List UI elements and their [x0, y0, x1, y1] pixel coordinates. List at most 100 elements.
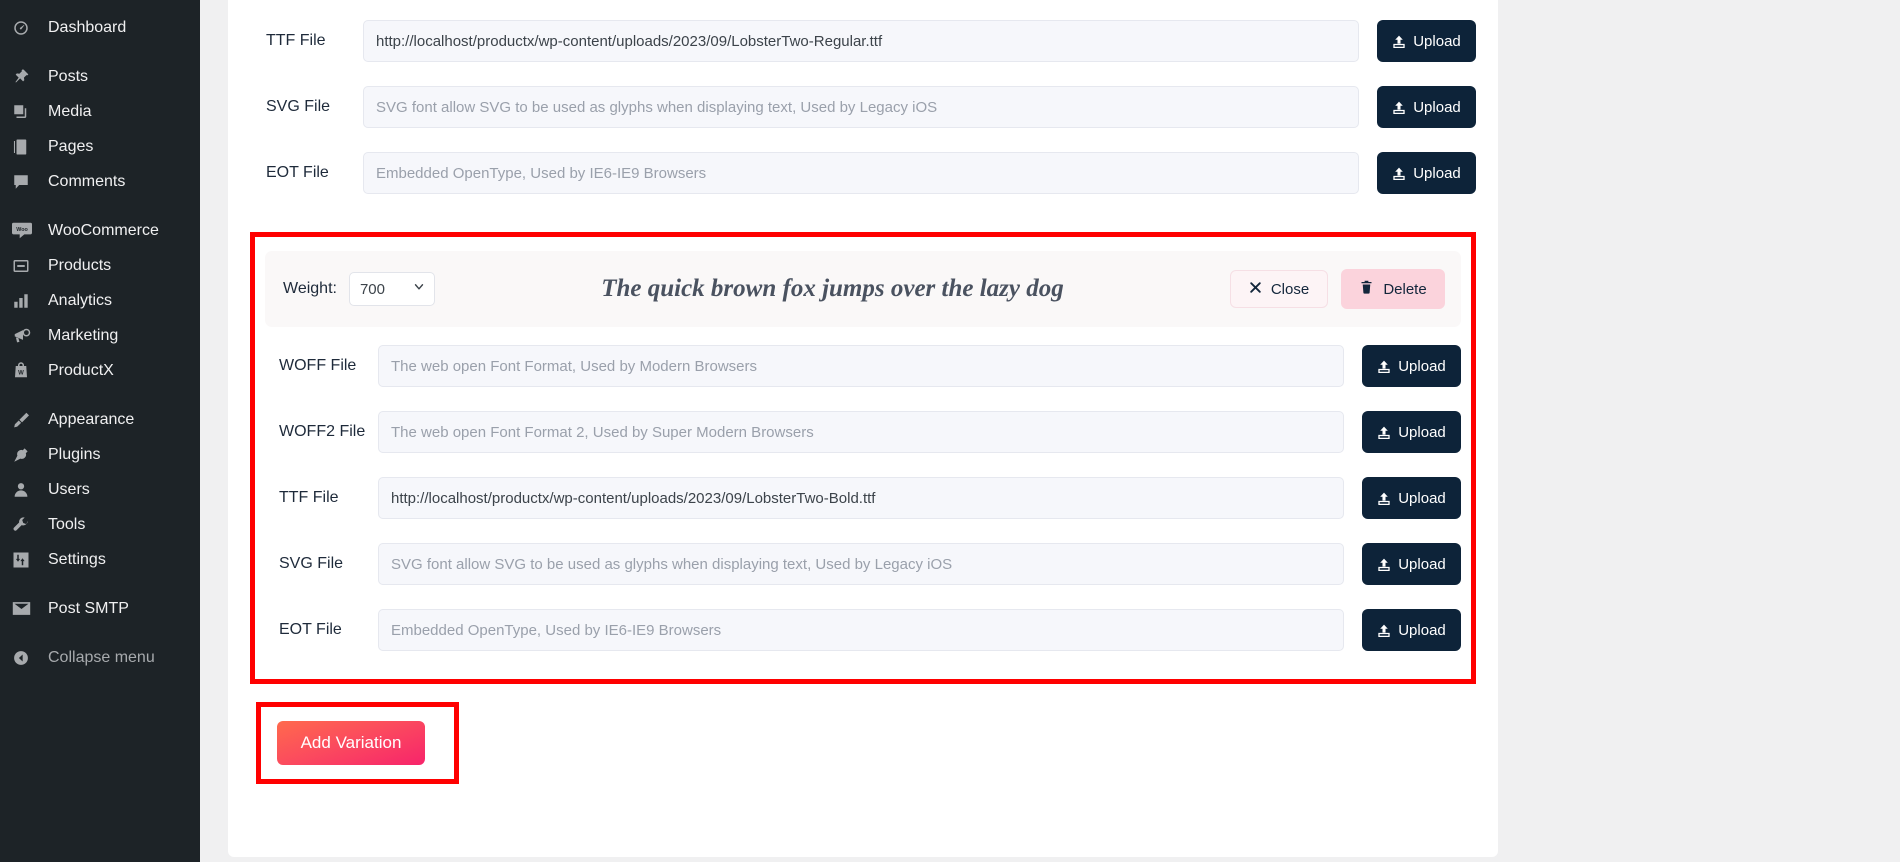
upload-button-eot-file[interactable]: Upload [1377, 152, 1476, 194]
sidebar-item-marketing[interactable]: Marketing [0, 318, 200, 353]
variation-header: Weight: 100200300400500600700800900 The … [265, 251, 1461, 327]
users-icon [12, 480, 38, 500]
sidebar-separator [0, 388, 200, 402]
sidebar-item-productx[interactable]: W ProductX [0, 353, 200, 388]
upload-button-ttf-file[interactable]: Upload [1362, 477, 1461, 519]
sidebar-item-settings[interactable]: Settings [0, 542, 200, 577]
sidebar-item-products[interactable]: Products [0, 248, 200, 283]
file-row-label: TTF File [279, 489, 339, 506]
file-url-input-eot-file[interactable] [363, 152, 1359, 194]
file-row-label: EOT File [266, 164, 329, 181]
sidebar-item-woocommerce[interactable]: Woo WooCommerce [0, 213, 200, 248]
svg-text:Woo: Woo [16, 227, 28, 233]
sidebar-item-label: Dashboard [48, 18, 127, 36]
sidebar-item-label: Products [48, 256, 112, 274]
upload-button-svg-file[interactable]: Upload [1362, 543, 1461, 585]
sidebar-separator [0, 626, 200, 640]
appearance-icon [12, 410, 38, 430]
envelope-icon [12, 599, 38, 619]
collapse-icon [12, 648, 38, 668]
file-row-label: SVG File [279, 555, 344, 572]
dashboard-icon [12, 18, 38, 38]
upload-button-label: Upload [1413, 98, 1461, 116]
sidebar-item-tools[interactable]: Tools [0, 507, 200, 542]
upload-icon [1377, 557, 1391, 572]
file-row-woff2-file: WOFF2 FileUpload [250, 0, 1476, 8]
delete-button-label: Delete [1383, 280, 1427, 298]
add-variation-button[interactable]: Add Variation [277, 721, 425, 765]
upload-button-label: Upload [1398, 489, 1446, 507]
weight-select-wrapper[interactable]: 100200300400500600700800900 [348, 272, 435, 306]
upload-button-svg-file[interactable]: Upload [1377, 86, 1476, 128]
sidebar-item-label: Plugins [48, 445, 101, 463]
upload-icon [1377, 491, 1391, 506]
upload-button-label: Upload [1413, 164, 1461, 182]
delete-button[interactable]: Delete [1341, 269, 1445, 309]
sidebar-item-label: ProductX [48, 361, 114, 379]
file-url-input-ttf-file[interactable] [378, 477, 1344, 519]
file-row-eot-file: EOT File Upload [265, 597, 1461, 663]
sidebar-item-pages[interactable]: Pages [0, 129, 200, 164]
sidebar-item-media[interactable]: Media [0, 94, 200, 129]
upload-button-ttf-file[interactable]: Upload [1377, 20, 1476, 62]
upload-button-label: Upload [1398, 357, 1446, 375]
upload-button-label: Upload [1413, 32, 1461, 50]
file-row-label: EOT File [279, 621, 342, 638]
sidebar-separator [0, 577, 200, 591]
sidebar-item-post-smtp[interactable]: Post SMTP [0, 591, 200, 626]
file-row-ttf-file: TTF File Upload [250, 8, 1476, 74]
upload-button-eot-file[interactable]: Upload [1362, 609, 1461, 651]
sidebar-separator [0, 45, 200, 59]
sidebar-item-plugins[interactable]: Plugins [0, 437, 200, 472]
sidebar-item-label: Collapse menu [48, 648, 155, 666]
upload-icon [1377, 623, 1391, 638]
file-url-input-svg-file[interactable] [378, 543, 1344, 585]
file-row-label: SVG File [266, 98, 331, 115]
sidebar-item-label: Post SMTP [48, 599, 129, 617]
file-row-svg-file: SVG File Upload [265, 531, 1461, 597]
file-row-woff-file: WOFF File Upload [265, 333, 1461, 399]
sidebar-item-dashboard[interactable]: Dashboard [0, 10, 200, 45]
upload-button-woff-file[interactable]: Upload [1362, 345, 1461, 387]
font-file-rows: WOFF2 FileUpload TTF File Upload SVG File Up… [250, 0, 1476, 206]
media-icon [12, 102, 38, 122]
file-row-svg-file: SVG File Upload [250, 74, 1476, 140]
plugins-icon [12, 445, 38, 465]
sidebar-item-comments[interactable]: Comments [0, 164, 200, 199]
upload-button-label: Upload [1398, 555, 1446, 573]
sidebar-item-analytics[interactable]: Analytics [0, 283, 200, 318]
pages-icon [12, 137, 38, 157]
sidebar-item-posts[interactable]: Posts [0, 59, 200, 94]
font-preview-text: The quick brown fox jumps over the lazy … [601, 275, 1064, 302]
variation-file-rows: WOFF File Upload WOFF2 File Upload TTF File U… [265, 327, 1461, 663]
upload-button-label: Upload [1398, 621, 1446, 639]
file-url-input-woff2-file[interactable] [378, 411, 1344, 453]
variation-header-actions: Close Delete [1230, 269, 1445, 309]
add-variation-highlight: Add Variation [256, 702, 459, 784]
sidebar-item-label: Comments [48, 172, 126, 190]
sidebar-item-label: Posts [48, 67, 89, 85]
font-settings-card: WOFF2 FileUploadTTF FileUploadSVG FileUp… [228, 0, 1498, 857]
weight-select[interactable]: 100200300400500600700800900 [348, 272, 435, 306]
analytics-icon [12, 291, 38, 311]
close-button[interactable]: Close [1230, 270, 1328, 308]
settings-icon [12, 550, 38, 570]
admin-sidebar: Dashboard Posts Media Pages Comments Woo WooCo… [0, 0, 200, 862]
file-url-input-eot-file[interactable] [378, 609, 1344, 651]
file-row-label: TTF File [266, 32, 326, 49]
sidebar-item-label: Settings [48, 550, 106, 568]
woo-icon: Woo [12, 221, 38, 241]
sidebar-separator [0, 199, 200, 213]
file-row-label: WOFF File [279, 357, 357, 374]
sidebar-item-label: Marketing [48, 326, 119, 344]
file-url-input-ttf-file[interactable] [363, 20, 1359, 62]
file-url-input-woff-file[interactable] [378, 345, 1344, 387]
file-url-input-svg-file[interactable] [363, 86, 1359, 128]
close-button-label: Close [1270, 280, 1310, 298]
upload-button-woff2-file[interactable]: Upload [1362, 411, 1461, 453]
sidebar-item-collapse-menu[interactable]: Collapse menu [0, 640, 200, 675]
file-row-label: WOFF2 File [279, 423, 366, 440]
close-icon [1249, 281, 1262, 298]
sidebar-item-appearance[interactable]: Appearance [0, 402, 200, 437]
sidebar-item-users[interactable]: Users [0, 472, 200, 507]
